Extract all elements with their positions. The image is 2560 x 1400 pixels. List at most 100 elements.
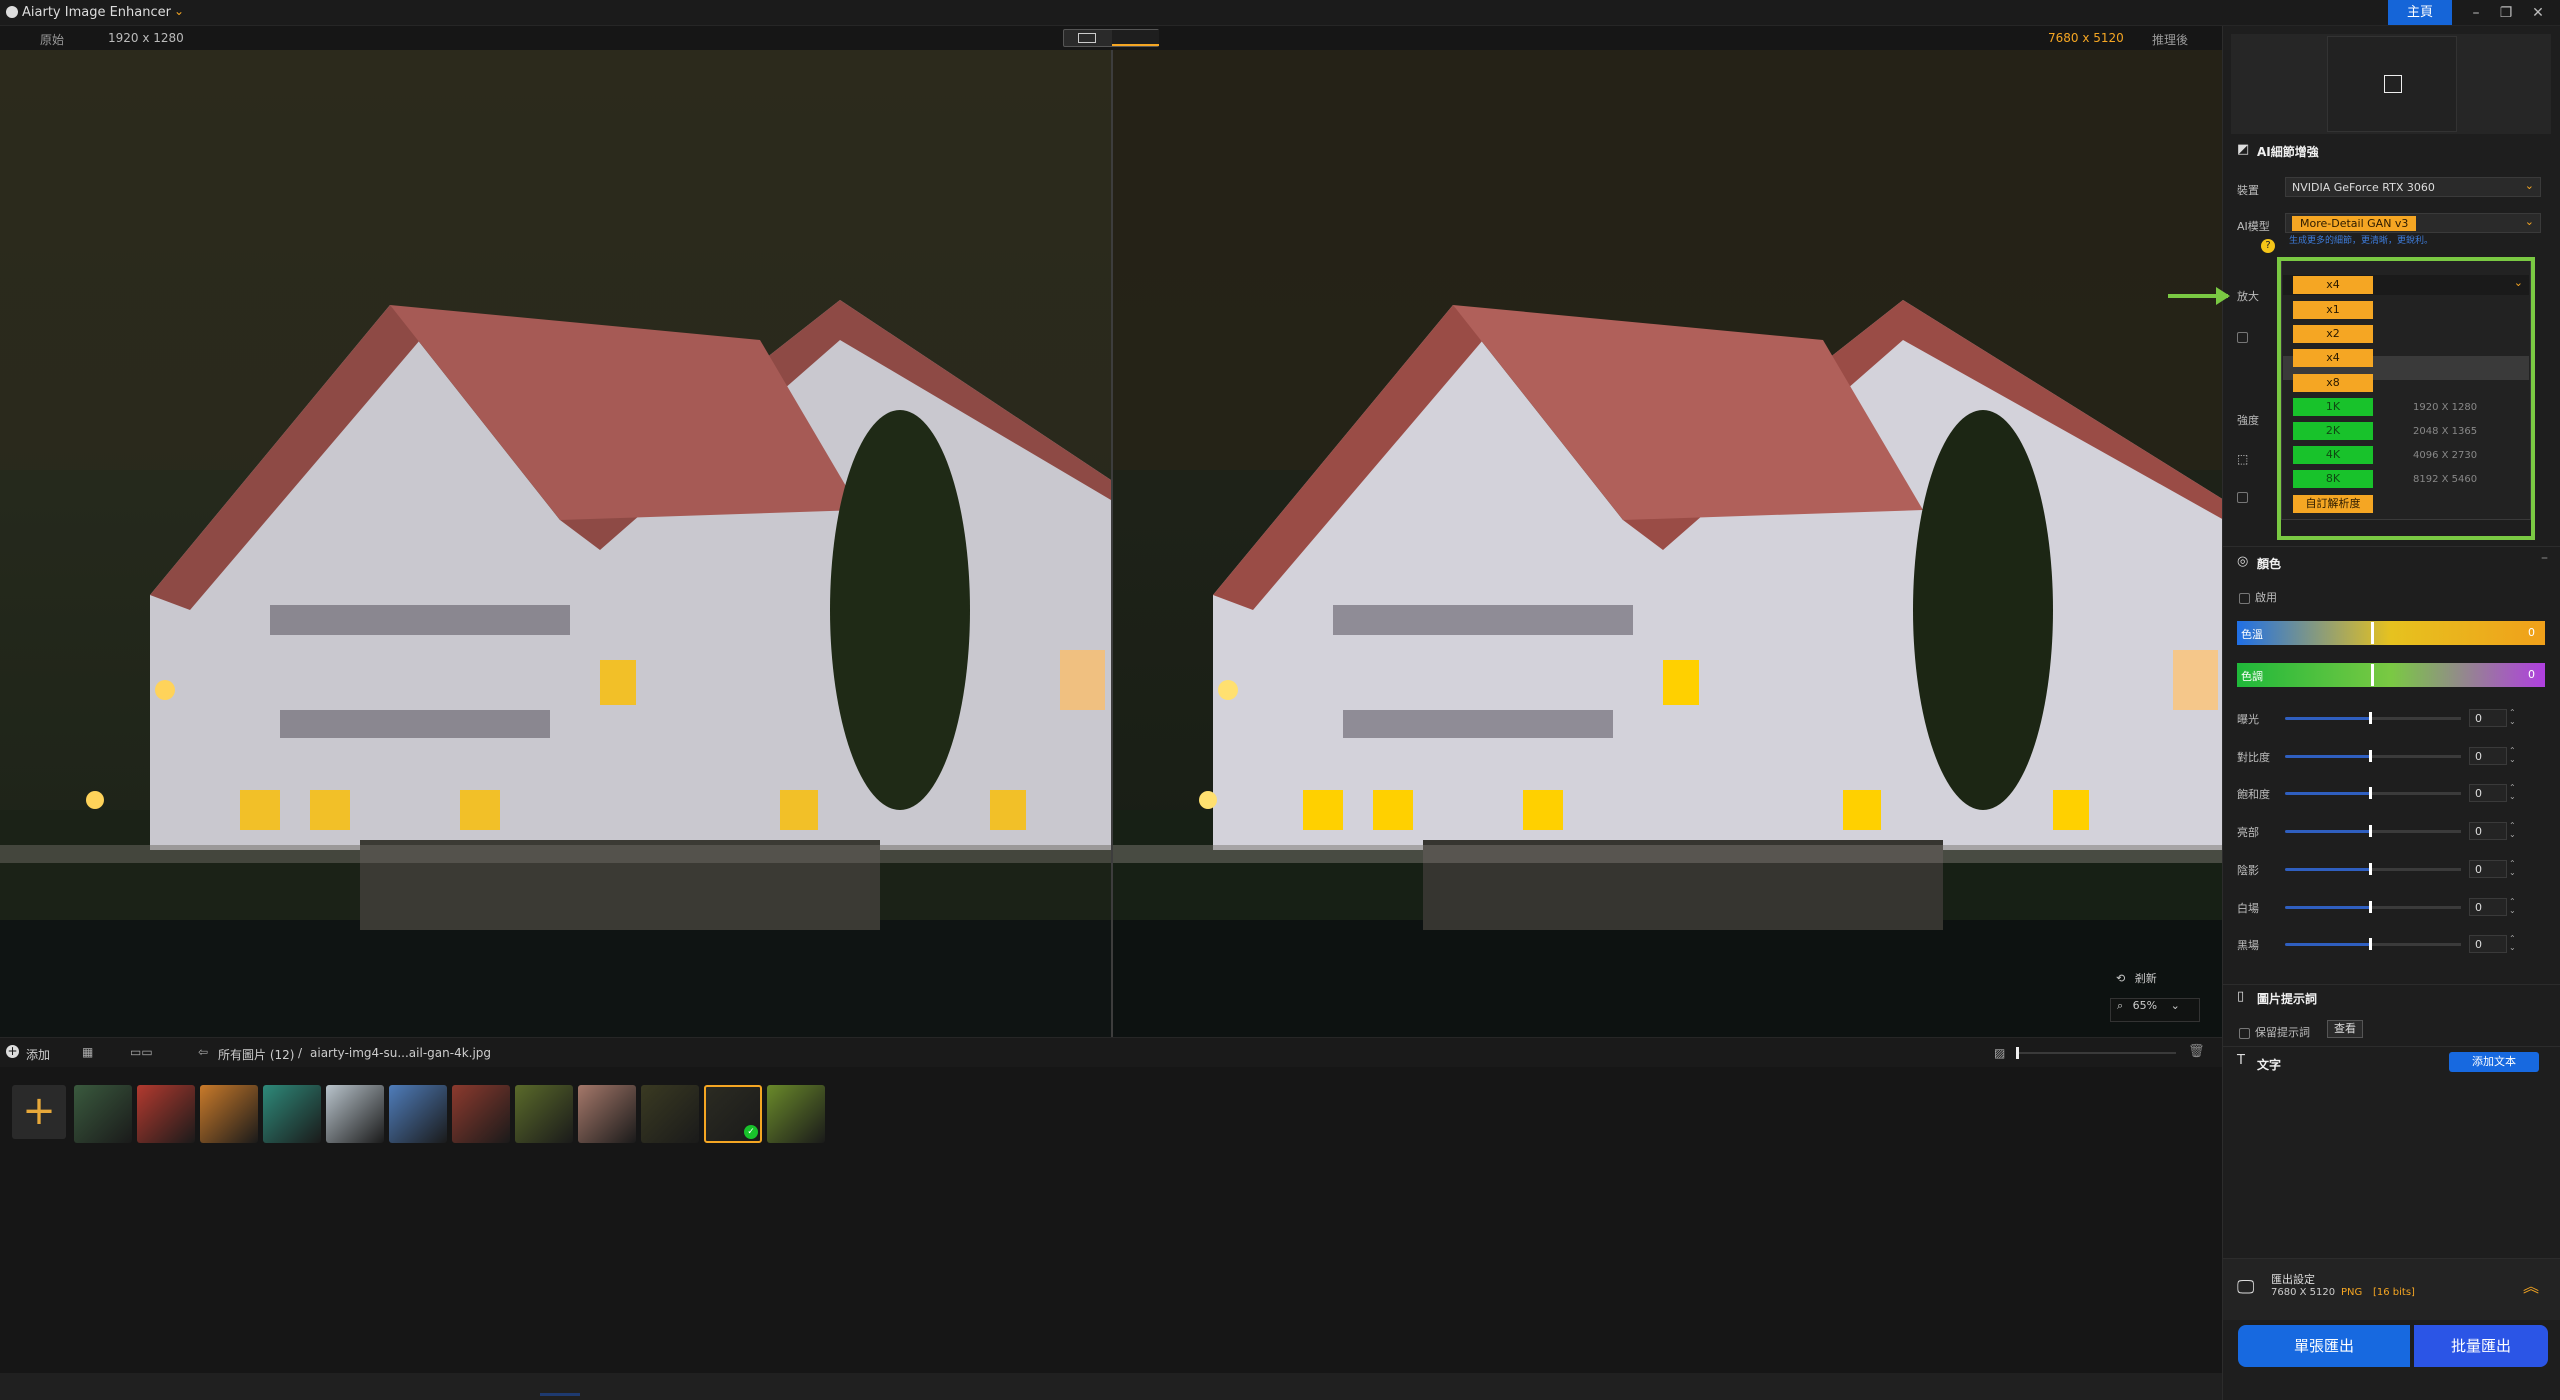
export-batch-button[interactable]: 批量匯出: [2414, 1325, 2548, 1367]
thumbnail-size-slider[interactable]: [2016, 1052, 2176, 1054]
image-thumbnail[interactable]: [389, 1085, 447, 1143]
rotate-control[interactable]: ⟲ 剎新: [2110, 970, 2200, 994]
rotate-icon[interactable]: ⟲: [2116, 972, 2125, 985]
image-thumbnail[interactable]: [641, 1085, 699, 1143]
stepper-icon[interactable]: ⌃ ⌄: [2509, 897, 2516, 915]
export-settings[interactable]: 🖵 匯出設定 7680 X 5120 PNG [16 bits] ︽: [2223, 1258, 2560, 1320]
device-select[interactable]: NVIDIA GeForce RTX 3060 ⌄: [2285, 177, 2541, 197]
adjustment-slider-remainder: [2371, 830, 2461, 834]
image-thumbnail[interactable]: [452, 1085, 510, 1143]
view-prompt-button[interactable]: 查看: [2327, 1020, 2363, 1038]
adjustment-value[interactable]: 0: [2469, 709, 2507, 727]
adjustment-value[interactable]: 0: [2469, 935, 2507, 954]
all-images-link[interactable]: 所有圖片 (12): [218, 1046, 294, 1063]
back-arrow-icon[interactable]: ⇦: [198, 1045, 208, 1059]
adjustment-value[interactable]: 0: [2469, 784, 2507, 803]
adjustment-slider-thumb[interactable]: [2369, 900, 2372, 913]
scroll-indicator[interactable]: [540, 1393, 580, 1396]
stepper-icon[interactable]: ⌃ ⌄: [2509, 859, 2516, 877]
zoom-value[interactable]: 65%: [2133, 999, 2157, 1012]
navigator-preview[interactable]: [2231, 34, 2551, 134]
color-temp-thumb[interactable]: [2371, 622, 2374, 644]
result-resolution: 7680 x 5120: [2048, 31, 2124, 45]
viewport-frame[interactable]: [2384, 75, 2402, 93]
stepper-icon[interactable]: ⌃ ⌄: [2509, 783, 2516, 801]
adjustment-value[interactable]: 0: [2469, 859, 2507, 878]
adjustment-value[interactable]: 0: [2469, 897, 2507, 916]
image-thumbnail[interactable]: [263, 1085, 321, 1143]
info-bar: 原始 1920 x 1280 7680 x 5120 推理後: [0, 26, 2222, 50]
chevron-down-icon[interactable]: ⌄: [174, 4, 184, 18]
trash-icon[interactable]: 🗑: [2188, 1044, 2205, 1059]
home-button[interactable]: 主頁: [2388, 0, 2452, 25]
menu-highlight-frame: [2277, 257, 2535, 540]
export-single-button[interactable]: 單張匯出: [2238, 1325, 2410, 1367]
zoom-control[interactable]: ⌕ 65% ⌄: [2110, 998, 2200, 1022]
keep-prompt-checkbox[interactable]: [2239, 1024, 2250, 1043]
chevron-down-icon[interactable]: ⌄: [2171, 999, 2180, 1012]
image-thumbnail[interactable]: ✓: [704, 1085, 762, 1143]
add-text-button[interactable]: 添加文本: [2449, 1052, 2539, 1072]
stepper-icon[interactable]: ⌃ ⌄: [2509, 746, 2516, 764]
image-thumbnail[interactable]: [326, 1085, 384, 1143]
section-divider: [2223, 546, 2560, 547]
export-title: 匯出設定: [2271, 1273, 2315, 1286]
adjustment-label: 亮部: [2237, 826, 2259, 840]
adjustment-slider-thumb[interactable]: [2369, 749, 2372, 762]
side-by-side-icon[interactable]: [1112, 30, 1159, 46]
color-temp-value: 0: [2528, 626, 2535, 639]
stepper-icon[interactable]: ⌃ ⌄: [2509, 821, 2516, 839]
text-section-title: 文字: [2257, 1058, 2282, 1072]
compare-view-toggle[interactable]: [1063, 29, 1159, 47]
stepper-icon[interactable]: ⌃ ⌄: [2509, 708, 2516, 726]
split-view-icon[interactable]: [1078, 33, 1096, 43]
model-select[interactable]: More-Detail GAN v3 ⌄: [2285, 213, 2541, 233]
image-thumbnail[interactable]: [767, 1085, 825, 1143]
adjustment-slider-thumb[interactable]: [2369, 938, 2372, 951]
tint-slider[interactable]: 色調 0: [2237, 663, 2545, 687]
export-bits: [16 bits]: [2373, 1287, 2415, 1298]
enhance-icon: ◩: [2237, 142, 2250, 157]
list-view-icon[interactable]: ▭▭: [130, 1045, 153, 1059]
grid-view-icon[interactable]: ▦: [82, 1045, 93, 1059]
chevron-down-icon[interactable]: ⌄: [2525, 179, 2534, 192]
app-logo-icon: [6, 6, 18, 18]
collapse-icon[interactable]: –: [2541, 550, 2548, 566]
export-resolution: 7680 X 5120: [2271, 1287, 2336, 1298]
add-button[interactable]: 添加: [26, 1046, 50, 1063]
image-thumbnail[interactable]: [74, 1085, 132, 1143]
help-icon[interactable]: ?: [2261, 239, 2275, 253]
chevron-down-icon[interactable]: ⌄: [2525, 215, 2534, 228]
add-icon[interactable]: +: [6, 1045, 19, 1058]
adjustment-slider-thumb[interactable]: [2369, 787, 2372, 800]
color-temp-slider[interactable]: 色溫 0: [2237, 621, 2545, 645]
model-label: AI模型: [2237, 220, 2270, 233]
image-thumbnail[interactable]: [200, 1085, 258, 1143]
enable-checkbox[interactable]: [2239, 589, 2250, 608]
adjustment-value[interactable]: 0: [2469, 746, 2507, 765]
current-filename: aiarty-img4-su...ail-gan-4k.jpg: [310, 1046, 492, 1060]
adjustment-slider-thumb[interactable]: [2369, 712, 2372, 724]
close-button[interactable]: ✕: [2528, 3, 2548, 23]
adjustment-slider-thumb[interactable]: [2369, 862, 2372, 875]
adjustment-label: 白場: [2237, 901, 2259, 915]
add-image-button[interactable]: +: [12, 1085, 66, 1139]
image-thumbnail[interactable]: [515, 1085, 573, 1143]
thumbnail-size-slider-thumb[interactable]: [2016, 1047, 2019, 1059]
chevron-up-icon[interactable]: ︽: [2523, 1273, 2539, 1297]
image-thumbnail[interactable]: [137, 1085, 195, 1143]
model-value: More-Detail GAN v3: [2292, 216, 2417, 231]
adjustment-slider-remainder: [2371, 943, 2461, 947]
face-checkbox[interactable]: [2237, 488, 2248, 507]
tint-thumb[interactable]: [2371, 664, 2374, 686]
adjustment-value[interactable]: 0: [2469, 822, 2507, 841]
image-viewer[interactable]: ⟲ 剎新 ⌕ 65% ⌄: [0, 50, 2222, 1037]
option-checkbox[interactable]: [2237, 328, 2248, 347]
adjustment-label: 陰影: [2237, 863, 2259, 877]
image-thumbnail[interactable]: [578, 1085, 636, 1143]
adjustment-slider-thumb[interactable]: [2369, 825, 2372, 838]
original-label: 原始: [40, 33, 65, 47]
maximize-button[interactable]: ❐: [2496, 3, 2516, 23]
minimize-button[interactable]: –: [2466, 3, 2486, 23]
stepper-icon[interactable]: ⌃ ⌄: [2509, 934, 2516, 952]
